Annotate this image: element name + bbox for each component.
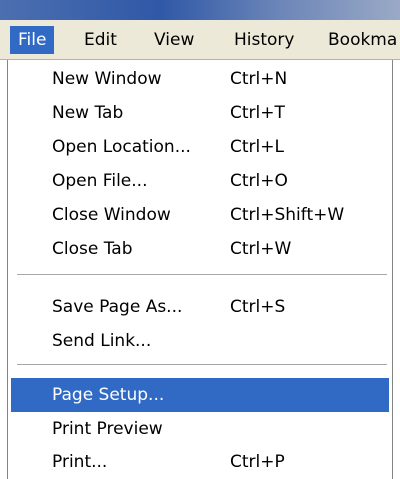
menu-item-shortcut: Ctrl+L [230, 137, 284, 157]
menu-bookmarks[interactable]: Bookma [320, 26, 400, 54]
menu-item-shortcut: Ctrl+N [230, 69, 288, 89]
menu-item-label: Close Tab [52, 239, 133, 259]
menu-item-label: Send Link... [52, 331, 152, 351]
menu-item-shortcut: Ctrl+Shift+W [230, 205, 345, 225]
menu-item-page-setup[interactable]: Page Setup... [11, 378, 389, 412]
menu-item-label: New Tab [52, 103, 124, 123]
menu-item-label: New Window [52, 69, 162, 89]
menu-item-label: Print Preview [52, 419, 163, 439]
menu-history[interactable]: History [226, 26, 302, 54]
menu-item-shortcut: Ctrl+W [230, 239, 292, 259]
menu-item-save-page-as[interactable]: Save Page As... Ctrl+S [11, 290, 389, 324]
file-menu-dropdown: New Window Ctrl+N New Tab Ctrl+T Open Lo… [7, 60, 393, 479]
menu-item-label: Open Location... [52, 137, 191, 157]
menu-item-close-window[interactable]: Close Window Ctrl+Shift+W [11, 198, 389, 232]
menu-edit[interactable]: Edit [76, 26, 125, 54]
menu-item-label: Save Page As... [52, 297, 183, 317]
menu-item-shortcut: Ctrl+T [230, 103, 285, 123]
menu-item-new-tab[interactable]: New Tab Ctrl+T [11, 96, 389, 130]
menu-item-close-tab[interactable]: Close Tab Ctrl+W [11, 232, 389, 266]
menu-item-send-link[interactable]: Send Link... [11, 324, 389, 358]
menu-bar: File Edit View History Bookma [0, 20, 400, 60]
menu-item-label: Close Window [52, 205, 171, 225]
menu-item-shortcut: Ctrl+O [230, 171, 288, 191]
menu-item-shortcut: Ctrl+P [230, 452, 285, 472]
menu-item-label: Print... [52, 452, 108, 472]
menu-item-shortcut: Ctrl+S [230, 297, 286, 317]
menu-item-print[interactable]: Print... Ctrl+P [11, 445, 389, 479]
menu-item-print-preview[interactable]: Print Preview [11, 412, 389, 446]
menu-item-label: Open File... [52, 171, 148, 191]
menu-item-open-location[interactable]: Open Location... Ctrl+L [11, 130, 389, 164]
title-bar-strip [0, 0, 400, 20]
menu-item-new-window[interactable]: New Window Ctrl+N [11, 62, 389, 96]
menu-item-open-file[interactable]: Open File... Ctrl+O [11, 164, 389, 198]
menu-separator [17, 274, 387, 276]
menu-item-label: Page Setup... [52, 385, 165, 405]
menu-view[interactable]: View [146, 26, 202, 54]
menu-file[interactable]: File [10, 26, 55, 54]
menu-separator [17, 364, 387, 366]
browser-window: File Edit View History Bookma New Window… [0, 0, 400, 479]
